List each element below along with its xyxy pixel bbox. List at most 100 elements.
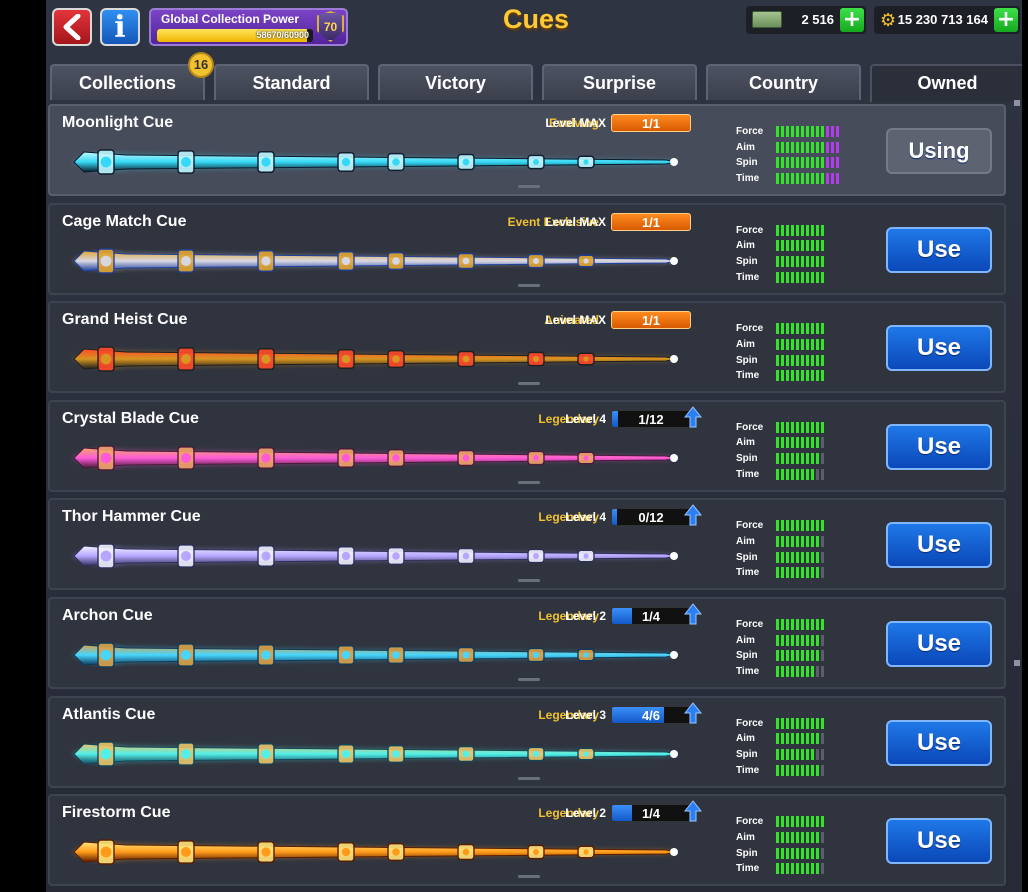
row-handle [518,579,540,583]
add-cash-button[interactable]: + [840,8,864,32]
stat-segment [811,141,814,153]
stat-label: Aim [736,338,755,350]
stat-segment [776,520,779,532]
stat-segment [811,338,814,350]
cue-name: Archon Cue [62,607,153,624]
cue-row[interactable]: Moonlight Cue Evolving Level MAX 1/1 Force Ai… [48,104,1006,196]
use-button[interactable]: Use [886,621,992,667]
cue-image [72,346,678,372]
cue-row[interactable]: Archon Cue Legendary Level 2 1/4 Force Aim Spi… [48,597,1006,689]
stat-row: Spin [736,155,856,171]
tab-collections[interactable]: Collections [50,64,205,100]
stat-segment [791,536,794,548]
stat-bar [776,536,824,548]
stat-segment [796,338,799,350]
upgrade-arrow-icon[interactable] [684,701,702,724]
stat-label: Spin [736,255,758,267]
stat-segment [791,157,794,169]
stat-segment [786,764,789,776]
stat-label: Aim [736,536,755,548]
stat-segment [801,520,804,532]
use-button[interactable]: Use [886,423,992,470]
stat-label: Aim [736,240,755,252]
cue-row[interactable]: Atlantis Cue Legendary Level 3 4/6 Force Aim S… [48,695,1006,788]
use-button[interactable]: Use [886,226,992,273]
using-button[interactable]: Using [886,128,992,174]
cue-image [72,543,678,570]
cues-screen: i Global Collection Power 58670/60900 70… [46,0,1022,892]
stat-segment [781,157,784,169]
upgrade-arrow-icon[interactable] [684,603,702,625]
upgrade-arrow-icon[interactable] [684,405,702,428]
stat-segment [801,323,804,335]
use-button[interactable]: Use [886,719,992,766]
stat-segment [821,717,824,729]
stat-segment [806,764,809,776]
stat-segment [786,551,789,563]
cue-row[interactable]: Cage Match Cue Event Exclusive Level MAX 1/… [48,202,1006,295]
stat-segment [816,224,819,236]
level-progress-text: 1/4 [641,609,661,624]
stat-bar [776,338,824,350]
tab-label: Collections [78,73,176,93]
stat-segment [791,453,794,465]
stat-segment [776,831,779,843]
stat-segment [801,619,804,630]
stat-segment [821,536,824,548]
stat-row: Spin [736,550,856,566]
stat-segment [806,863,809,875]
stat-segment [801,338,804,350]
stat-bar [776,224,824,236]
stat-segment [791,551,794,563]
back-button[interactable] [52,8,92,46]
stat-segment [816,717,819,729]
cue-name: Crystal Blade Cue [62,409,199,427]
stat-segment [816,240,819,252]
stat-segment [821,634,824,646]
stat-segment [776,733,779,745]
tab-surprise[interactable]: Surprise [542,64,697,100]
tab-victory[interactable]: Victory [378,64,533,100]
stat-segment [796,717,799,729]
upgrade-arrow-icon[interactable] [684,800,702,822]
stat-segment [816,551,819,563]
stat-row: Time [736,861,856,877]
add-coins-button[interactable]: + [994,8,1018,32]
stat-segment [806,551,809,563]
stat-segment [811,354,814,366]
stat-segment [786,666,789,678]
cash-counter: 2 516 + [746,6,866,34]
cue-row[interactable]: Grand Heist Cue Animated Level MAX 1/1 Force… [48,301,1006,394]
stat-segment [776,421,779,433]
scrollbar[interactable] [1014,100,1020,892]
upgrade-arrow-icon[interactable] [684,504,702,526]
page-title: Cues [502,4,570,34]
use-button[interactable]: Use [886,522,992,569]
stat-segment [821,748,824,760]
global-collection-power[interactable]: Global Collection Power 58670/60900 70 [149,8,348,46]
stat-segment [801,650,804,662]
stat-segment [806,323,809,335]
stat-segment [821,323,824,335]
tab-country[interactable]: Country [706,64,861,100]
stat-segment [821,733,824,745]
cue-row[interactable]: Crystal Blade Cue Legendary Level 4 1/12 For… [48,399,1006,492]
power-level-badge: 70 [317,11,344,42]
use-button[interactable]: Use [886,818,992,865]
use-button[interactable]: Use [886,325,992,372]
info-button[interactable]: i [100,8,140,46]
stat-segment [791,141,794,153]
tab-owned[interactable]: Owned [870,64,1022,102]
tab-standard[interactable]: Standard [214,64,369,100]
stat-segment [816,666,819,678]
stat-segment [776,764,779,776]
stat-segment [811,567,814,579]
stat-segment [801,271,804,283]
stat-segment [811,551,814,563]
cue-row[interactable]: Firestorm Cue Legendary Level 2 1/4 Force Aim… [48,794,1006,887]
stat-row: Aim [736,435,856,451]
tab-label: Victory [425,73,486,93]
stat-segment [786,863,789,875]
cue-row[interactable]: Thor Hammer Cue Legendary Level 4 0/12 Force… [48,498,1006,591]
cue-stats: Force Aim Spin Time [736,124,856,187]
